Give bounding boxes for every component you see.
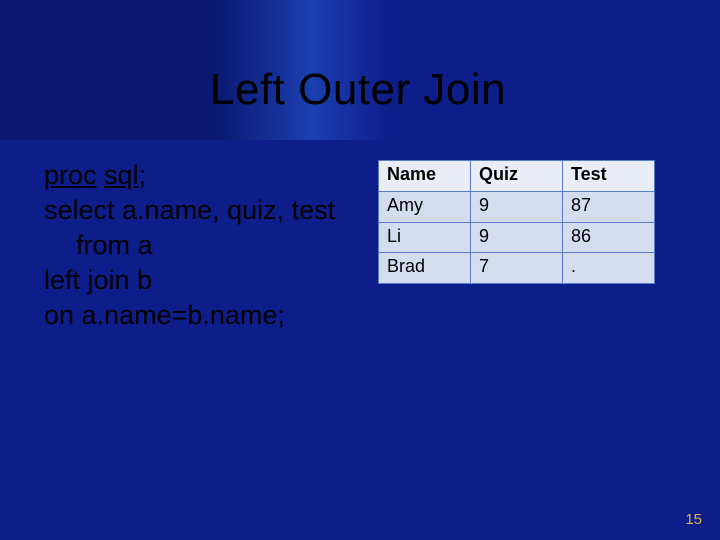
- result-table: Name Quiz Test Amy 9 87 Li 9 86 Brad 7 .: [378, 160, 655, 284]
- code-keyword-sql: sql: [104, 160, 139, 190]
- slide: Left Outer Join proc sql; select a.name,…: [0, 0, 720, 540]
- cell: 9: [471, 222, 563, 253]
- table-row: Li 9 86: [379, 222, 655, 253]
- cell: 7: [471, 253, 563, 284]
- table-row: Amy 9 87: [379, 191, 655, 222]
- code-line-5: on a.name=b.name;: [44, 298, 335, 333]
- cell: 86: [563, 222, 655, 253]
- page-number: 15: [685, 511, 702, 528]
- cell: Li: [379, 222, 471, 253]
- col-header-test: Test: [563, 161, 655, 192]
- col-header-quiz: Quiz: [471, 161, 563, 192]
- cell: .: [563, 253, 655, 284]
- slide-title: Left Outer Join: [210, 65, 506, 115]
- cell: 87: [563, 191, 655, 222]
- code-semicolon: ;: [139, 160, 147, 190]
- col-header-name: Name: [379, 161, 471, 192]
- table-row: Brad 7 .: [379, 253, 655, 284]
- cell: Amy: [379, 191, 471, 222]
- code-line-3: from a: [44, 228, 335, 263]
- code-line-4: left join b: [44, 263, 335, 298]
- cell: 9: [471, 191, 563, 222]
- code-line-1: proc sql;: [44, 158, 335, 193]
- cell: Brad: [379, 253, 471, 284]
- code-keyword-proc: proc: [44, 160, 97, 190]
- code-block: proc sql; select a.name, quiz, test from…: [44, 158, 335, 333]
- code-line-2: select a.name, quiz, test: [44, 193, 335, 228]
- table-header-row: Name Quiz Test: [379, 161, 655, 192]
